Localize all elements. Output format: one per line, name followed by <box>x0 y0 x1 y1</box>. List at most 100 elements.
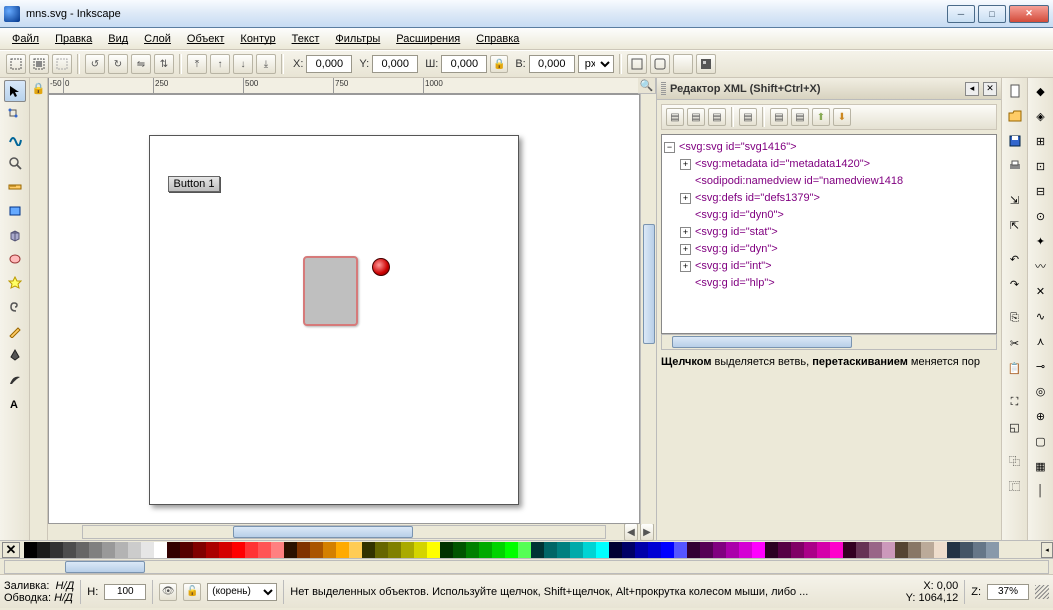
color-swatch[interactable] <box>89 542 102 558</box>
color-swatch[interactable] <box>869 542 882 558</box>
color-swatch[interactable] <box>180 542 193 558</box>
duplicate-icon[interactable]: ⿻ <box>1004 450 1026 472</box>
color-swatch[interactable] <box>297 542 310 558</box>
guides-lock-icon[interactable]: 🔒 <box>31 80 47 96</box>
xml-up-icon[interactable]: ⬆ <box>812 108 830 126</box>
affect-pattern-icon[interactable] <box>696 54 716 74</box>
color-swatch[interactable] <box>206 542 219 558</box>
color-swatch[interactable] <box>817 542 830 558</box>
minimize-button[interactable]: ─ <box>947 5 975 23</box>
open-doc-icon[interactable] <box>1004 105 1026 127</box>
tree-toggle-icon[interactable]: − <box>664 142 675 153</box>
tree-toggle-icon[interactable]: + <box>680 159 691 170</box>
xml-new-element-icon[interactable]: ▤ <box>666 108 684 126</box>
snap-page-icon[interactable]: ▢ <box>1030 430 1052 452</box>
snap-smooth-icon[interactable]: ∿ <box>1030 305 1052 327</box>
node-tool-icon[interactable] <box>4 104 26 126</box>
xml-tree-node[interactable]: <svg:g id="dyn0"> <box>664 207 994 224</box>
rotate-ccw-icon[interactable]: ↺ <box>85 54 105 74</box>
color-swatch[interactable] <box>973 542 986 558</box>
layer-select[interactable]: (корень) <box>207 583 277 601</box>
rotate-cw-icon[interactable]: ↻ <box>108 54 128 74</box>
color-swatch[interactable] <box>713 542 726 558</box>
snap-intersect-icon[interactable]: ✕ <box>1030 280 1052 302</box>
panel-grip-icon[interactable] <box>661 82 666 96</box>
xml-down-icon[interactable]: ⬇ <box>833 108 851 126</box>
color-swatch[interactable] <box>349 542 362 558</box>
color-swatch[interactable] <box>921 542 934 558</box>
color-swatch[interactable] <box>531 542 544 558</box>
menu-help[interactable]: Справка <box>470 31 525 47</box>
menu-file[interactable]: Файл <box>6 31 45 47</box>
color-swatch[interactable] <box>427 542 440 558</box>
raise-top-icon[interactable]: ⤒ <box>187 54 207 74</box>
menu-object[interactable]: Объект <box>181 31 230 47</box>
color-swatch[interactable] <box>258 542 271 558</box>
color-swatch[interactable] <box>830 542 843 558</box>
xml-hscrollbar[interactable] <box>661 334 997 350</box>
zoom-tool-icon[interactable] <box>4 152 26 174</box>
color-swatch[interactable] <box>102 542 115 558</box>
pen-tool-icon[interactable] <box>4 344 26 366</box>
paste-icon[interactable]: 📋 <box>1004 357 1026 379</box>
color-swatch[interactable] <box>609 542 622 558</box>
scroll-right-icon[interactable]: ▶ <box>640 523 654 541</box>
snap-cusp-icon[interactable]: ⋏ <box>1030 330 1052 352</box>
menu-path[interactable]: Контур <box>234 31 281 47</box>
panel-close-button[interactable]: ✕ <box>983 82 997 96</box>
color-swatch[interactable] <box>362 542 375 558</box>
color-swatch[interactable] <box>63 542 76 558</box>
zoom-fit-icon[interactable]: ⛶ <box>1004 391 1026 413</box>
menu-edit[interactable]: Правка <box>49 31 98 47</box>
color-swatch[interactable] <box>648 542 661 558</box>
raise-icon[interactable]: ↑ <box>210 54 230 74</box>
xml-delete-icon[interactable]: ▤ <box>739 108 757 126</box>
color-swatch[interactable] <box>895 542 908 558</box>
cut-icon[interactable]: ✂ <box>1004 332 1026 354</box>
menu-layer[interactable]: Слой <box>138 31 177 47</box>
affect-gradient-icon[interactable] <box>673 54 693 74</box>
redo-icon[interactable]: ↷ <box>1004 273 1026 295</box>
xml-tree-node[interactable]: +<svg:defs id="defs1379"> <box>664 190 994 207</box>
lower-icon[interactable]: ↓ <box>233 54 253 74</box>
h-input[interactable] <box>529 55 575 73</box>
menu-filters[interactable]: Фильтры <box>329 31 386 47</box>
deselect-icon[interactable] <box>52 54 72 74</box>
unit-select[interactable]: px <box>578 55 614 73</box>
color-swatch[interactable] <box>687 542 700 558</box>
measure-tool-icon[interactable] <box>4 176 26 198</box>
color-swatch[interactable] <box>804 542 817 558</box>
color-swatch[interactable] <box>375 542 388 558</box>
flip-v-icon[interactable]: ⇅ <box>154 54 174 74</box>
xml-tree[interactable]: −<svg:svg id="svg1416">+<svg:metadata id… <box>661 134 997 334</box>
maximize-button[interactable]: □ <box>978 5 1006 23</box>
save-doc-icon[interactable] <box>1004 130 1026 152</box>
color-swatch[interactable] <box>908 542 921 558</box>
opacity-input[interactable] <box>104 584 146 600</box>
color-swatch[interactable] <box>154 542 167 558</box>
color-swatch[interactable] <box>271 542 284 558</box>
menu-view[interactable]: Вид <box>102 31 134 47</box>
color-swatch[interactable] <box>219 542 232 558</box>
fill-stroke-indicator[interactable]: Заливка: Н/Д Обводка: Н/Д <box>4 580 74 604</box>
xml-tree-node[interactable]: +<svg:g id="int"> <box>664 258 994 275</box>
color-swatch[interactable] <box>934 542 947 558</box>
affect-corners-icon[interactable] <box>650 54 670 74</box>
copy-icon[interactable]: ⎘ <box>1004 307 1026 329</box>
color-swatch[interactable] <box>700 542 713 558</box>
select-all-icon[interactable] <box>6 54 26 74</box>
rect-tool-icon[interactable] <box>4 200 26 222</box>
color-swatch[interactable] <box>726 542 739 558</box>
resize-grip-icon[interactable] <box>1035 585 1049 599</box>
color-swatch[interactable] <box>453 542 466 558</box>
w-input[interactable] <box>441 55 487 73</box>
clone-icon[interactable]: ⿸ <box>1004 475 1026 497</box>
ruler-corner-icon[interactable]: 🔍 <box>638 78 656 94</box>
palette-menu-icon[interactable]: ◂ <box>1041 542 1053 558</box>
color-swatch[interactable] <box>856 542 869 558</box>
snap-objcenter-icon[interactable]: ◎ <box>1030 380 1052 402</box>
xml-tree-node[interactable]: <svg:g id="hlp"> <box>664 275 994 292</box>
color-swatch[interactable] <box>557 542 570 558</box>
tree-toggle-icon[interactable]: + <box>680 193 691 204</box>
snap-enable-icon[interactable]: ◆ <box>1030 80 1052 102</box>
